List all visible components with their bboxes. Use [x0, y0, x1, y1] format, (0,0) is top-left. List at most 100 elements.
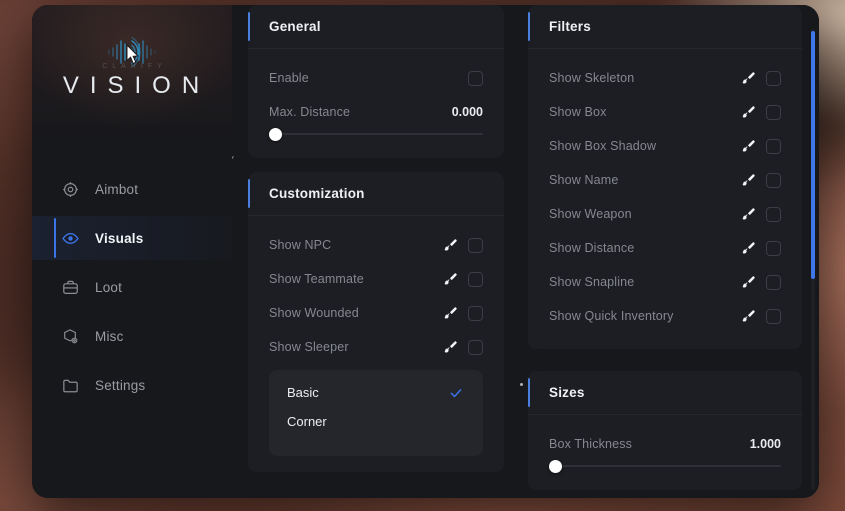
setting-row-show-sleeper: Show Sleeper	[269, 330, 483, 364]
setting-label: Show Weapon	[549, 207, 632, 221]
sidebar-item-label: Misc	[95, 328, 124, 344]
sidebar-item-settings[interactable]: Settings	[32, 363, 232, 407]
setting-label: Show Sleeper	[269, 340, 349, 354]
setting-label: Show Snapline	[549, 275, 635, 289]
decor-particle	[520, 383, 523, 386]
setting-row-show-name: Show Name	[549, 163, 781, 197]
setting-label: Show Name	[549, 173, 619, 187]
panel-title: Filters	[549, 19, 591, 34]
setting-label: Show Quick Inventory	[549, 309, 674, 323]
mouse-cursor	[126, 43, 140, 65]
check-icon	[449, 386, 463, 400]
general-panel-body: Enable Max. Distance 0.000	[248, 49, 504, 158]
eye-icon	[62, 230, 79, 247]
slider-track	[269, 133, 483, 135]
briefcase-icon	[62, 279, 79, 296]
sidebar-nav: Aimbot Visuals Loot Misc Settings	[32, 140, 232, 412]
sidebar-item-aimbot[interactable]: Aimbot	[32, 167, 232, 211]
setting-row-show-teammate: Show Teammate	[269, 262, 483, 296]
show-box-shadow-checkbox[interactable]	[766, 138, 781, 154]
general-panel-header: General	[248, 5, 504, 49]
show-teammate-checkbox[interactable]	[468, 271, 483, 287]
paintbrush-icon[interactable]	[741, 241, 756, 256]
setting-label: Show Skeleton	[549, 71, 635, 85]
sidebar-item-label: Loot	[95, 279, 123, 295]
paintbrush-icon[interactable]	[741, 309, 756, 324]
show-distance-checkbox[interactable]	[766, 240, 781, 256]
sidebar-item-loot[interactable]: Loot	[32, 265, 232, 309]
dropdown-option-label: Basic	[287, 385, 319, 400]
setting-row-show-box-shadow: Show Box Shadow	[549, 129, 781, 163]
slider-track	[549, 465, 781, 467]
max-distance-value: 0.000	[451, 105, 483, 119]
sidebar-item-label: Settings	[95, 377, 146, 393]
sizes-panel-body: Box Thickness 1.000	[528, 415, 802, 490]
panel-title: General	[269, 19, 321, 34]
content-scrollbar[interactable]	[811, 29, 815, 490]
setting-row-show-snapline: Show Snapline	[549, 265, 781, 299]
setting-label: Show Teammate	[269, 272, 364, 286]
content-scrollbar-thumb[interactable]	[811, 31, 815, 279]
setting-label: Show Distance	[549, 241, 635, 255]
customization-panel: Customization Show NPC Show Teammate Sho…	[248, 172, 504, 472]
max-distance-slider[interactable]	[269, 126, 483, 142]
setting-label: Show Wounded	[269, 306, 359, 320]
filters-panel-header: Filters	[528, 5, 802, 49]
dropdown-option-corner[interactable]: Corner	[269, 407, 483, 436]
crosshair-icon	[62, 181, 79, 198]
slider-knob[interactable]	[269, 127, 282, 141]
panel-title: Sizes	[549, 385, 585, 400]
show-wounded-checkbox[interactable]	[468, 305, 483, 321]
paintbrush-icon[interactable]	[443, 340, 458, 355]
sidebar-item-label: Visuals	[95, 230, 144, 246]
brand-title: VISION	[62, 72, 211, 99]
left-column: General Enable Max. Distance 0.000 Custo…	[248, 5, 504, 486]
setting-label: Show NPC	[269, 238, 332, 252]
customization-panel-body: Show NPC Show Teammate Show Wounded Show…	[248, 216, 504, 472]
setting-row-show-skeleton: Show Skeleton	[549, 61, 781, 95]
filters-panel-body: Show Skeleton Show Box Show Box Shadow S…	[528, 49, 802, 349]
show-name-checkbox[interactable]	[766, 172, 781, 188]
brand-header: CLARIFY VISION	[32, 5, 232, 140]
enable-checkbox[interactable]	[468, 70, 483, 86]
show-sleeper-checkbox[interactable]	[468, 339, 483, 355]
setting-label: Show Box	[549, 105, 607, 119]
box-type-dropdown: Basic Corner	[269, 370, 483, 456]
setting-label: Show Box Shadow	[549, 139, 657, 153]
content-area: General Enable Max. Distance 0.000 Custo…	[232, 5, 819, 498]
box-thickness-value: 1.000	[749, 437, 781, 451]
show-weapon-checkbox[interactable]	[766, 206, 781, 222]
setting-row-max-distance: Max. Distance 0.000	[269, 95, 483, 129]
setting-row-show-weapon: Show Weapon	[549, 197, 781, 231]
customization-panel-header: Customization	[248, 172, 504, 216]
show-npc-checkbox[interactable]	[468, 237, 483, 253]
setting-row-show-quick-inventory: Show Quick Inventory	[549, 299, 781, 333]
dropdown-option-label: Corner	[287, 414, 327, 429]
paintbrush-icon[interactable]	[443, 272, 458, 287]
show-box-checkbox[interactable]	[766, 104, 781, 120]
show-snapline-checkbox[interactable]	[766, 274, 781, 290]
sidebar: CLARIFY VISION Aimbot Visuals Loot Misc …	[32, 5, 232, 498]
general-panel: General Enable Max. Distance 0.000	[248, 5, 504, 158]
show-skeleton-checkbox[interactable]	[766, 70, 781, 86]
filters-panel: Filters Show Skeleton Show Box Show Box …	[528, 5, 802, 349]
sizes-panel: Sizes Box Thickness 1.000	[528, 371, 802, 490]
paintbrush-icon[interactable]	[443, 238, 458, 253]
dropdown-option-basic[interactable]: Basic	[269, 378, 483, 407]
paintbrush-icon[interactable]	[741, 173, 756, 188]
sidebar-item-label: Aimbot	[95, 181, 139, 197]
cog-cube-icon	[62, 328, 79, 345]
box-thickness-slider[interactable]	[549, 458, 781, 474]
paintbrush-icon[interactable]	[741, 105, 756, 120]
sidebar-item-visuals[interactable]: Visuals	[32, 216, 232, 260]
slider-knob[interactable]	[549, 459, 562, 473]
setting-label: Box Thickness	[549, 437, 633, 451]
setting-row-box-thickness: Box Thickness 1.000	[549, 427, 781, 461]
paintbrush-icon[interactable]	[741, 207, 756, 222]
paintbrush-icon[interactable]	[443, 306, 458, 321]
sidebar-item-misc[interactable]: Misc	[32, 314, 232, 358]
paintbrush-icon[interactable]	[741, 71, 756, 86]
paintbrush-icon[interactable]	[741, 139, 756, 154]
paintbrush-icon[interactable]	[741, 275, 756, 290]
show-quick-inventory-checkbox[interactable]	[766, 308, 781, 324]
